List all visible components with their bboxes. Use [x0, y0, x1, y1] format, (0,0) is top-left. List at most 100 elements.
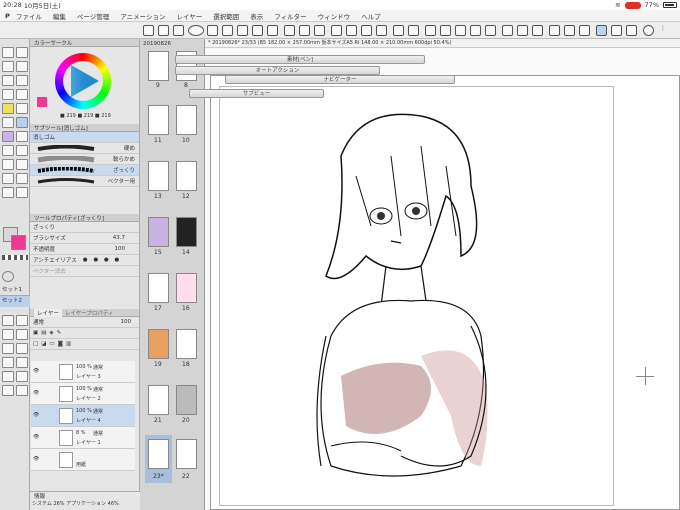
- balloon-tool-icon[interactable]: [2, 187, 14, 198]
- text-tool-icon[interactable]: [16, 173, 28, 184]
- page-thumb[interactable]: [176, 161, 197, 191]
- wand-tool-icon[interactable]: [16, 75, 28, 86]
- antialias-row[interactable]: アンチエイリアス ● ● ● ●: [30, 255, 139, 266]
- print-icon[interactable]: [267, 25, 278, 36]
- eye-icon[interactable]: 👁: [33, 434, 39, 440]
- page-thumb[interactable]: [148, 161, 169, 191]
- layer-row-4[interactable]: 👁 100 % 通常 レイヤー 4: [31, 405, 135, 427]
- canvas-page[interactable]: [210, 75, 680, 510]
- antialias-options[interactable]: ● ● ● ●: [83, 257, 121, 263]
- material-pen-dialog[interactable]: 素材[ペン]: [175, 55, 425, 64]
- blend-mode-row[interactable]: 通常 100: [30, 317, 139, 328]
- new-layer-icon[interactable]: □: [33, 341, 38, 347]
- page-thumb[interactable]: [148, 217, 169, 247]
- navigator-dialog[interactable]: ナビゲーター: [225, 75, 455, 84]
- page-thumb[interactable]: [176, 273, 197, 303]
- shrink-icon[interactable]: [485, 25, 496, 36]
- clip-icon[interactable]: ▤: [41, 330, 46, 336]
- layer-row-3[interactable]: 👁 100 % 通常 レイヤー 3: [31, 361, 135, 383]
- undo-arrow-icon[interactable]: [299, 25, 310, 36]
- correct-line-tool-icon[interactable]: [16, 187, 28, 198]
- deselect-icon[interactable]: [425, 25, 436, 36]
- save-icon[interactable]: [222, 25, 233, 36]
- page-thumb[interactable]: [148, 51, 169, 81]
- copy-icon[interactable]: [361, 25, 372, 36]
- layer-row-paper[interactable]: 👁 用紙: [31, 449, 135, 471]
- page-thumb[interactable]: [176, 385, 197, 415]
- tab-layer[interactable]: レイヤー: [34, 308, 62, 317]
- transparent-swatch[interactable]: [2, 255, 28, 260]
- mask-icon[interactable]: ◙: [58, 341, 63, 347]
- tab-layer-property[interactable]: レイヤープロパティ: [62, 309, 117, 317]
- page-thumb[interactable]: [176, 217, 197, 247]
- page-thumb[interactable]: [176, 439, 197, 469]
- subview-dialog[interactable]: サブビュー: [189, 89, 324, 98]
- fill-icon[interactable]: [408, 25, 419, 36]
- opacity-row[interactable]: 不透明度 100: [30, 244, 139, 255]
- page-thumb[interactable]: [176, 329, 197, 359]
- invert-selection-icon[interactable]: [455, 25, 466, 36]
- blend-tool-icon[interactable]: [16, 131, 28, 142]
- quick-access-icon[interactable]: [16, 357, 28, 368]
- hand-tool-icon[interactable]: [16, 47, 28, 58]
- eye-icon[interactable]: 👁: [33, 412, 39, 418]
- current-color-swatch[interactable]: [37, 97, 47, 107]
- eraser-tool-icon[interactable]: [16, 117, 28, 128]
- grid-icon[interactable]: [517, 25, 528, 36]
- subtool-group-tab[interactable]: 消しゴム: [30, 132, 139, 143]
- canvas-area[interactable]: * 20190826* 23/33 (B5 182.00 × 257.00mm …: [175, 39, 680, 510]
- search-icon[interactable]: [2, 271, 14, 282]
- quick-access-icon[interactable]: [16, 371, 28, 382]
- eyedropper-tool-icon[interactable]: [2, 89, 14, 100]
- hue-ring[interactable]: [55, 53, 111, 109]
- subtool-hard[interactable]: 硬め: [30, 143, 139, 154]
- menu-view[interactable]: 表示: [250, 11, 263, 21]
- quick-access-icon[interactable]: [2, 385, 14, 396]
- view-icon[interactable]: [188, 25, 204, 36]
- menu-window[interactable]: ウィンドウ: [318, 11, 351, 21]
- blend-mode-select[interactable]: 通常: [33, 318, 44, 326]
- quick-access-icon[interactable]: [16, 315, 28, 326]
- pencil-tool-icon[interactable]: [2, 103, 14, 114]
- reference-icon[interactable]: [579, 25, 590, 36]
- new-vector-icon[interactable]: ◪: [41, 341, 46, 347]
- menu-page[interactable]: ページ管理: [77, 11, 109, 21]
- cut-icon[interactable]: [346, 25, 357, 36]
- quick-access-icon[interactable]: [2, 357, 14, 368]
- subtool-vector[interactable]: ベクター用: [30, 176, 139, 187]
- quick-access-icon[interactable]: [2, 315, 14, 326]
- vector-erase-row[interactable]: ベクター消去: [30, 266, 139, 277]
- more-icon[interactable]: ⋮: [660, 25, 671, 36]
- select-all-icon[interactable]: [440, 25, 451, 36]
- delete-icon[interactable]: ▥: [66, 341, 71, 347]
- menu-layer[interactable]: レイヤー: [176, 11, 202, 21]
- layer-row-1[interactable]: 👁 8 % 通常 レイヤー 1: [31, 427, 135, 449]
- brush-size-row[interactable]: ブラシサイズ 43.7: [30, 233, 139, 244]
- layer-row-2[interactable]: 👁 100 % 通常 レイヤー 2: [31, 383, 135, 405]
- pen-tool-icon[interactable]: [16, 89, 28, 100]
- page-thumb[interactable]: [148, 385, 169, 415]
- airbrush-tool-icon[interactable]: [2, 117, 14, 128]
- deco-tool-icon[interactable]: [2, 131, 14, 142]
- stabilizer-icon[interactable]: [564, 25, 575, 36]
- fill-tool-icon[interactable]: [2, 145, 14, 156]
- subtool-soft[interactable]: 軟らかめ: [30, 154, 139, 165]
- clear-icon[interactable]: [331, 25, 342, 36]
- reference-layer-icon[interactable]: ◈: [49, 330, 53, 336]
- auto-action-dialog[interactable]: オートアクション: [175, 66, 380, 75]
- quick-access-icon[interactable]: [2, 371, 14, 382]
- paste-icon[interactable]: [376, 25, 387, 36]
- ruler-tool-icon[interactable]: [2, 173, 14, 184]
- snap-ruler-icon[interactable]: [596, 25, 607, 36]
- app-logo-icon[interactable]: ᑭ: [5, 12, 10, 20]
- menu-animation[interactable]: アニメーション: [120, 11, 165, 21]
- subtool-rough[interactable]: ざっくり: [30, 165, 139, 176]
- quick-access-icon[interactable]: [2, 343, 14, 354]
- move-tool-icon[interactable]: [2, 61, 14, 72]
- zoom-tool-icon[interactable]: [2, 47, 14, 58]
- folder-icon[interactable]: ▭: [49, 341, 54, 347]
- eye-icon[interactable]: 👁: [33, 456, 39, 462]
- sub-color-swatch[interactable]: [11, 235, 26, 250]
- new-icon[interactable]: [143, 25, 154, 36]
- menu-help[interactable]: ヘルプ: [361, 11, 381, 21]
